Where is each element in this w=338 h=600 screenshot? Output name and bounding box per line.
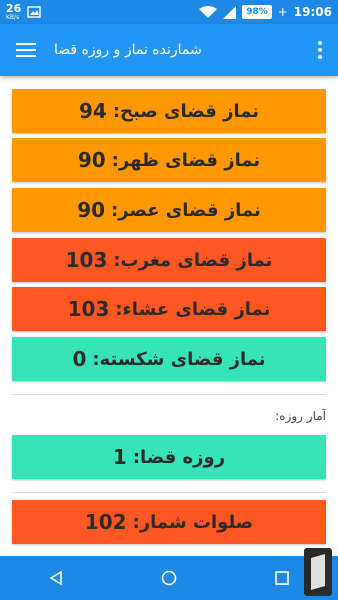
prayer-label: نماز قضای شکسته: — [92, 348, 266, 370]
app-bar: شمارنده نماز و روزه قضا — [0, 24, 338, 76]
prayer-count: 90 — [77, 148, 106, 172]
network-speed-value: 26 — [6, 2, 22, 15]
store-watermark-icon — [304, 548, 332, 596]
prayer-count: 90 — [77, 198, 106, 222]
hamburger-menu-icon[interactable] — [16, 43, 36, 57]
image-notification-icon — [27, 6, 42, 18]
app-title: شمارنده نماز و روزه قضا — [54, 42, 202, 58]
prayer-card-asr[interactable]: نماز قضای عصر: 90 — [12, 188, 326, 232]
back-button[interactable] — [36, 562, 76, 594]
charging-icon: + — [277, 5, 288, 19]
salawat-card[interactable]: صلوات شمار: 102 — [12, 500, 326, 544]
home-icon — [161, 570, 177, 586]
fasting-card[interactable]: روزه قضا: 1 — [12, 435, 326, 479]
prayer-label: نماز قضای مغرب: — [113, 249, 273, 271]
prayer-count: 0 — [72, 347, 87, 371]
salawat-label: صلوات شمار: — [132, 511, 254, 533]
fasting-section-label: آمار روزه: — [275, 409, 326, 423]
fasting-label: روزه قضا: — [132, 446, 226, 468]
battery-indicator: 98% — [242, 5, 272, 19]
clock: 19:06 — [293, 5, 332, 19]
divider — [12, 492, 326, 493]
prayer-card-maghrib[interactable]: نماز قضای مغرب: 103 — [12, 238, 326, 282]
prayer-card-isha[interactable]: نماز قضای عشاء: 103 — [12, 287, 326, 331]
divider — [12, 394, 326, 395]
recents-button[interactable] — [262, 562, 302, 594]
prayer-label: نماز قضای صبح: — [112, 100, 260, 122]
network-speed: 26 KB/s — [6, 3, 21, 21]
network-speed-unit: KB/s — [6, 14, 20, 21]
back-icon — [49, 570, 63, 586]
prayer-label: نماز قضای عصر: — [111, 199, 261, 221]
prayer-label: نماز قضای عشاء: — [115, 298, 271, 320]
home-button[interactable] — [149, 562, 189, 594]
overflow-menu-icon[interactable] — [314, 37, 326, 63]
prayer-count: 103 — [65, 248, 108, 272]
prayer-card-dhuhr[interactable]: نماز قضای ظهر: 90 — [12, 138, 326, 182]
prayer-card-shortened[interactable]: نماز قضای شکسته: 0 — [12, 337, 326, 381]
status-bar: 26 KB/s 98% + 19:06 — [0, 0, 338, 24]
salawat-count: 102 — [84, 510, 127, 534]
prayer-count: 94 — [79, 99, 107, 123]
recents-icon — [274, 571, 289, 585]
prayer-card-fajr[interactable]: نماز قضای صبح: 94 — [12, 89, 326, 133]
main-content: نماز قضای صبح: 94 نماز قضای ظهر: 90 نماز… — [0, 76, 338, 556]
fasting-count: 1 — [112, 445, 127, 469]
prayer-count: 103 — [67, 297, 110, 321]
wifi-icon — [199, 5, 218, 18]
navigation-bar — [0, 556, 338, 600]
signal-icon — [223, 5, 237, 19]
prayer-label: نماز قضای ظهر: — [111, 149, 261, 171]
